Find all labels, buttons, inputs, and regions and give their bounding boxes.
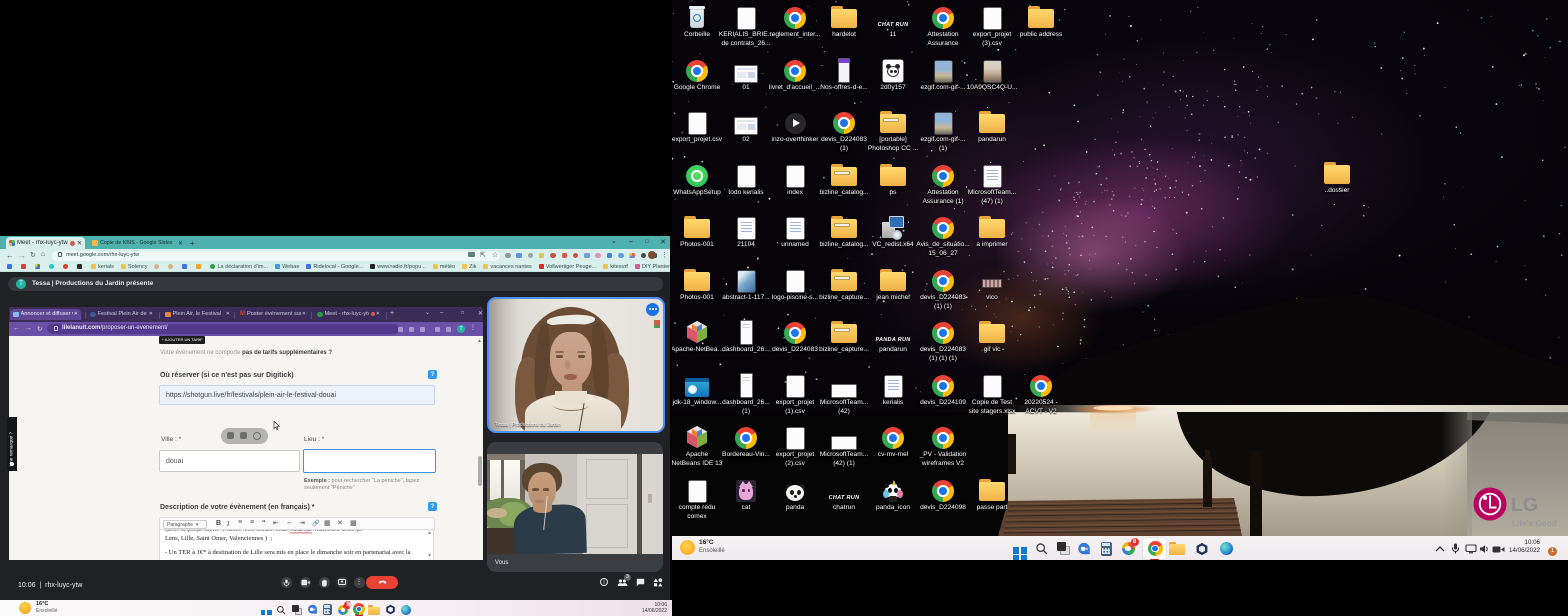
svg-text:LG: LG: [1511, 494, 1538, 516]
svg-text:Life's Good: Life's Good: [1512, 519, 1557, 528]
